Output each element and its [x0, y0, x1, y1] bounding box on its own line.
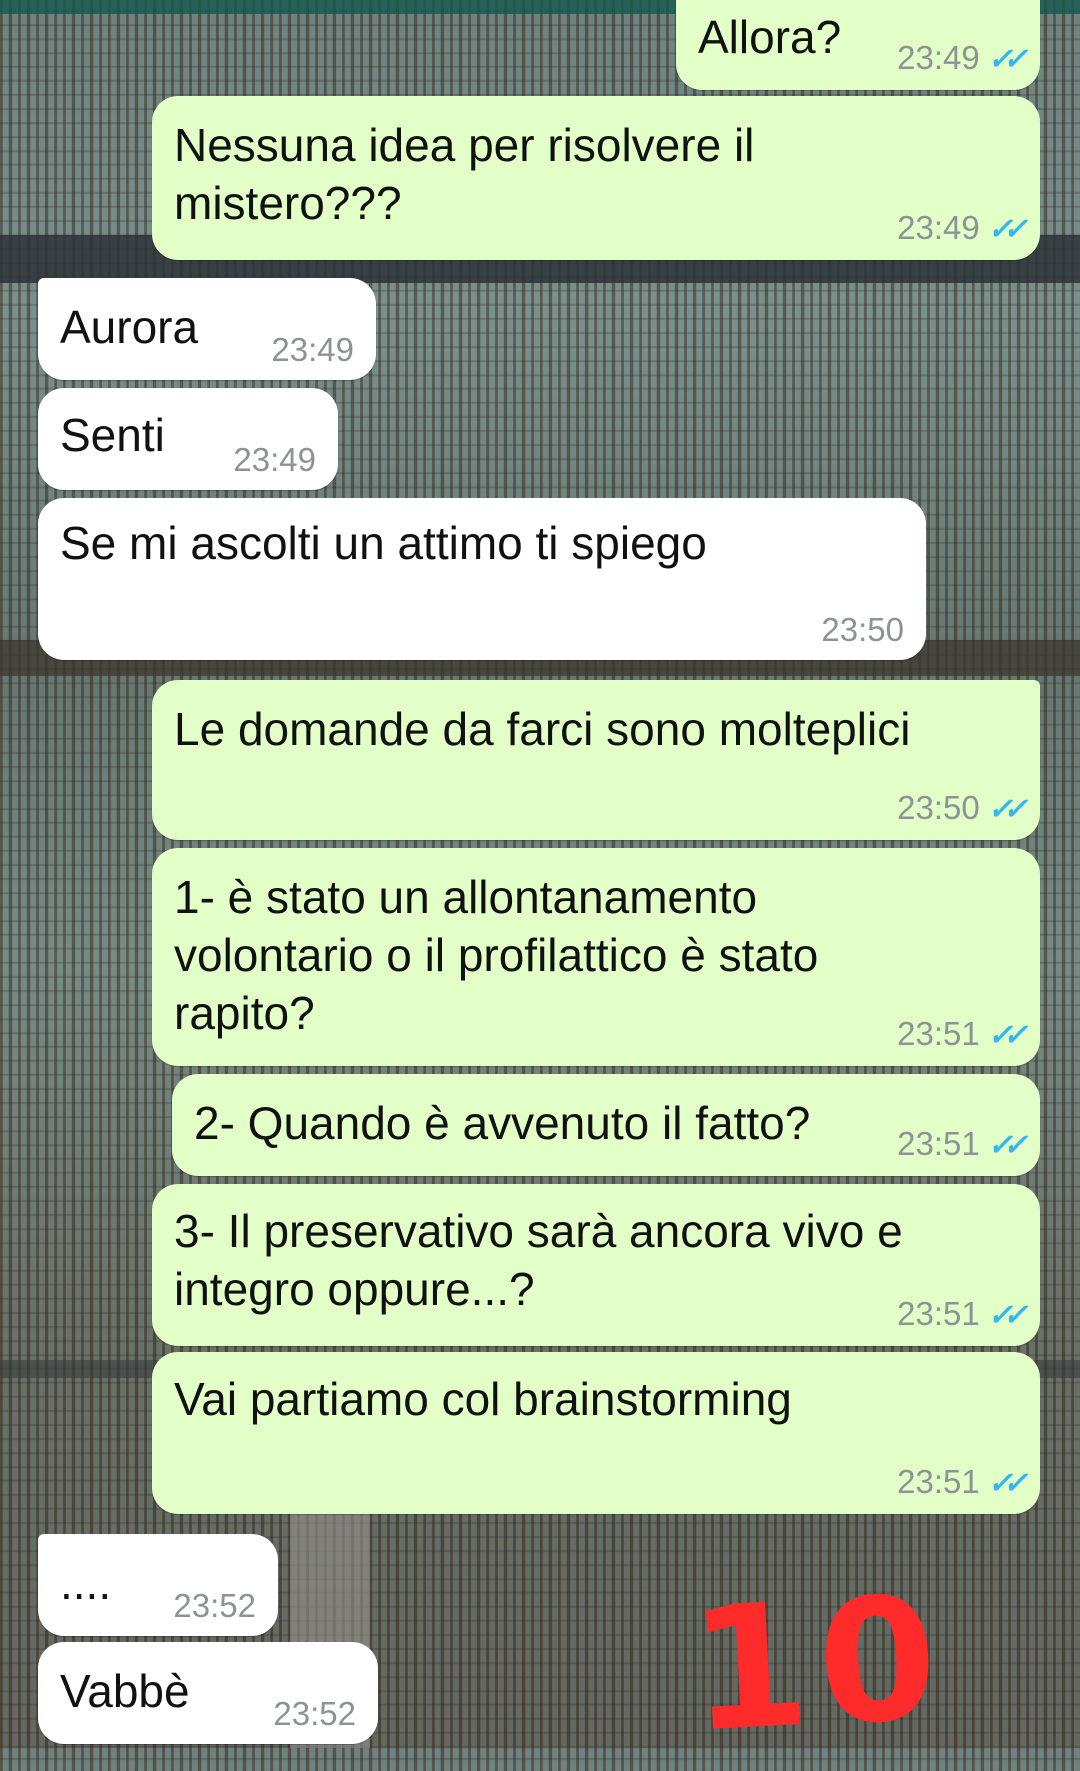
- message-bubble-incoming[interactable]: Senti 23:49: [38, 388, 338, 490]
- message-time: 23:51: [897, 1125, 980, 1162]
- message-bubble-outgoing[interactable]: 1- è stato un allontanamento volontario …: [152, 848, 1040, 1066]
- message-bubble-outgoing[interactable]: Nessuna idea per risolvere il mistero???…: [152, 96, 1040, 260]
- double-check-icon: ✓✓: [987, 1467, 1028, 1500]
- message-meta: 23:49: [233, 442, 316, 478]
- message-bubble-outgoing[interactable]: Le domande da farci sono molteplici 23:5…: [152, 680, 1040, 840]
- message-meta: 23:50 ✓✓: [897, 789, 1028, 828]
- message-time: 23:49: [271, 331, 354, 368]
- message-text: Le domande da farci sono molteplici: [174, 703, 911, 755]
- message-meta: 23:51 ✓✓: [897, 1463, 1028, 1502]
- message-text: Nessuna idea per risolvere il mistero???: [174, 119, 755, 229]
- handwritten-doodle: 10: [684, 1559, 952, 1771]
- message-time: 23:49: [897, 39, 980, 76]
- message-text: Vai partiamo col brainstorming: [174, 1373, 792, 1425]
- message-meta: 23:49: [271, 332, 354, 368]
- message-text: 1- è stato un allontanamento volontario …: [174, 871, 819, 1039]
- message-meta: 23:51 ✓✓: [897, 1015, 1028, 1054]
- double-check-icon: ✓✓: [987, 213, 1028, 246]
- message-time: 23:52: [173, 1587, 256, 1624]
- message-text: Se mi ascolti un attimo ti spiego: [60, 517, 707, 569]
- message-meta: 23:51 ✓✓: [897, 1295, 1028, 1334]
- message-time: 23:52: [273, 1695, 356, 1732]
- message-time: 23:50: [897, 789, 980, 826]
- double-check-icon: ✓✓: [987, 1019, 1028, 1052]
- message-meta: 23:50: [821, 612, 904, 648]
- message-bubble-outgoing[interactable]: 3- Il preservativo sarà ancora vivo e in…: [152, 1184, 1040, 1346]
- message-meta: 23:49 ✓✓: [897, 39, 1028, 78]
- message-time: 23:51: [897, 1015, 980, 1052]
- message-meta: 23:52: [273, 1696, 356, 1732]
- double-check-icon: ✓✓: [987, 43, 1028, 76]
- message-meta: 23:49 ✓✓: [897, 209, 1028, 248]
- message-bubble-incoming[interactable]: Aurora 23:49: [38, 278, 376, 380]
- message-meta: 23:51 ✓✓: [897, 1125, 1028, 1164]
- message-bubble-outgoing[interactable]: Allora? 23:49 ✓✓: [676, 0, 1040, 90]
- message-time: 23:49: [233, 441, 316, 478]
- message-bubble-incoming[interactable]: Se mi ascolti un attimo ti spiego 23:50: [38, 498, 926, 660]
- message-time: 23:51: [897, 1295, 980, 1332]
- message-bubble-outgoing[interactable]: Vai partiamo col brainstorming 23:51 ✓✓: [152, 1352, 1040, 1514]
- message-bubble-incoming[interactable]: .... 23:52: [38, 1534, 278, 1636]
- double-check-icon: ✓✓: [987, 1299, 1028, 1332]
- double-check-icon: ✓✓: [987, 793, 1028, 826]
- message-meta: 23:52: [173, 1588, 256, 1624]
- message-bubble-incoming[interactable]: Vabbè 23:52: [38, 1642, 378, 1744]
- message-time: 23:50: [821, 611, 904, 648]
- message-time: 23:49: [897, 209, 980, 246]
- message-text: 3- Il preservativo sarà ancora vivo e in…: [174, 1205, 903, 1315]
- message-text: 2- Quando è avvenuto il fatto?: [194, 1097, 811, 1149]
- message-bubble-outgoing[interactable]: 2- Quando è avvenuto il fatto? 23:51 ✓✓: [172, 1074, 1040, 1176]
- double-check-icon: ✓✓: [987, 1129, 1028, 1162]
- message-time: 23:51: [897, 1463, 980, 1500]
